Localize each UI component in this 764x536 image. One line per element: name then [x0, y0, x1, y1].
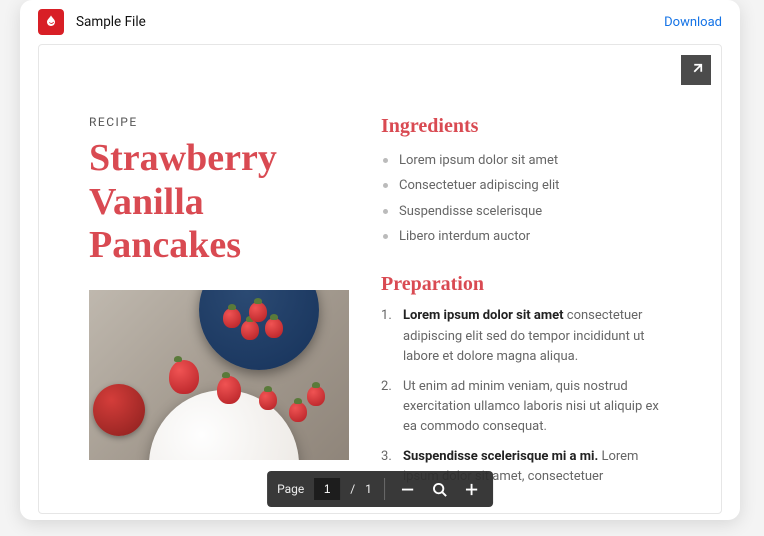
page-separator: /	[350, 482, 355, 496]
plus-icon	[464, 482, 479, 497]
preparation-steps: Lorem ipsum dolor sit amet consectetuer …	[381, 306, 671, 487]
zoom-out-button[interactable]	[397, 478, 419, 500]
minus-icon	[400, 482, 415, 497]
page-label: Page	[277, 482, 304, 496]
file-title: Sample File	[76, 14, 146, 30]
list-item: Consectetuer adipiscing elit	[381, 173, 671, 198]
zoom-in-button[interactable]	[461, 478, 483, 500]
document-page: RECIPE Strawberry Vanilla Pancakes	[89, 115, 671, 514]
list-item: Suspendisse scelerisque	[381, 199, 671, 224]
expand-button[interactable]	[681, 55, 711, 85]
document-viewer: RECIPE Strawberry Vanilla Pancakes	[38, 44, 722, 514]
zoom-reset-button[interactable]	[429, 478, 451, 500]
page-total: 1	[365, 482, 372, 496]
recipe-title: Strawberry Vanilla Pancakes	[89, 137, 349, 268]
recipe-photo	[89, 290, 349, 460]
ingredients-list: Lorem ipsum dolor sit amet Consectetuer …	[381, 148, 671, 249]
top-bar: Sample File Download	[20, 0, 740, 44]
pdf-embed-frame: Sample File Download RECIPE Strawberry V…	[20, 0, 740, 520]
list-item: Ut enim ad minim veniam, quis nostrud ex…	[381, 377, 671, 437]
viewer-toolbar: Page / 1	[267, 471, 493, 507]
page-number-input[interactable]	[314, 478, 340, 500]
magnifier-icon	[432, 482, 447, 497]
pdf-icon	[38, 9, 64, 35]
preparation-heading: Preparation	[381, 273, 671, 296]
ingredients-heading: Ingredients	[381, 115, 671, 138]
download-link[interactable]: Download	[664, 15, 722, 30]
expand-icon	[689, 63, 703, 77]
list-item: Lorem ipsum dolor sit amet	[381, 148, 671, 173]
list-item: Libero interdum auctor	[381, 224, 671, 249]
recipe-category: RECIPE	[89, 115, 349, 129]
list-item: Lorem ipsum dolor sit amet consectetuer …	[381, 306, 671, 366]
